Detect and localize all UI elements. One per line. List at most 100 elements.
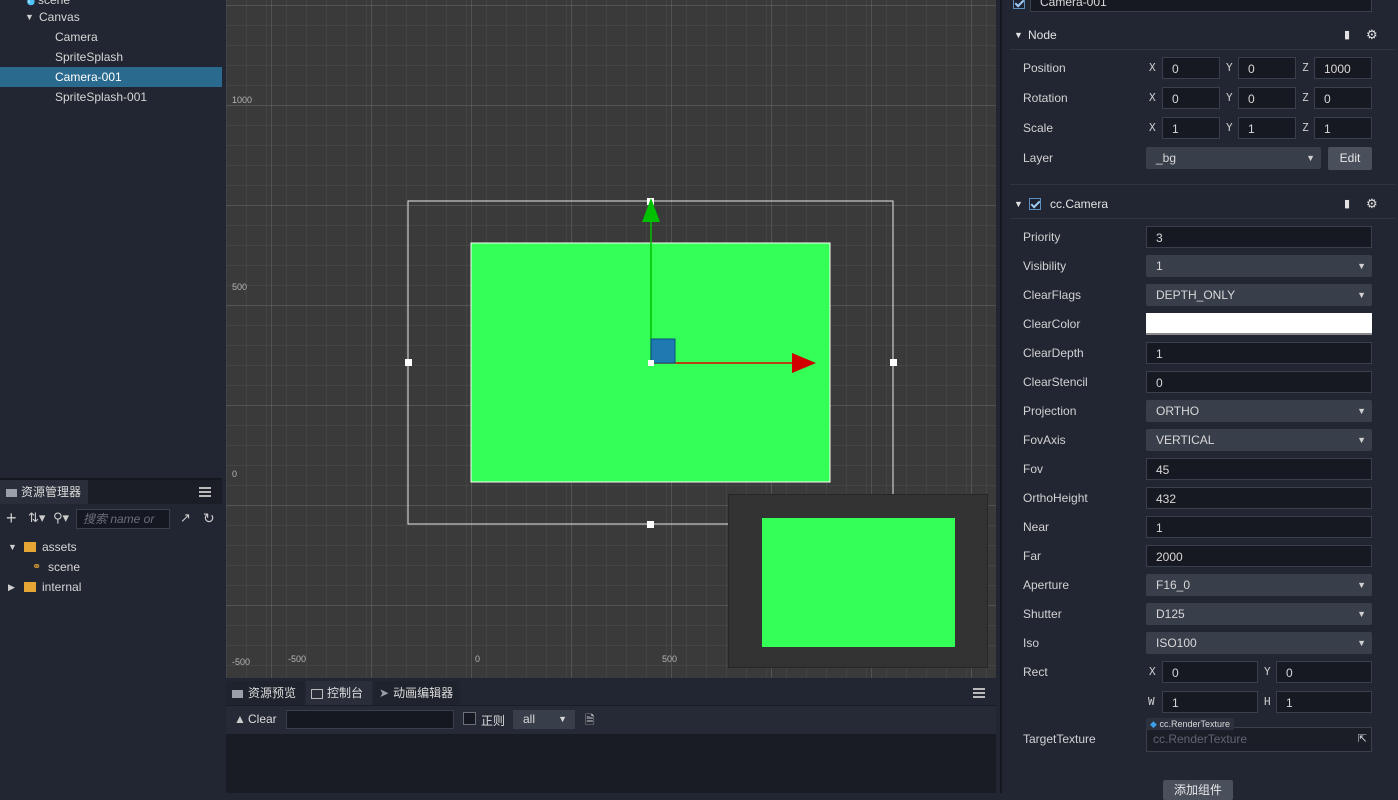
fov-axis-select[interactable]: VERTICAL ▼ [1146,429,1372,451]
far-input[interactable]: 2000 [1146,545,1372,567]
regex-checkbox[interactable] [463,712,476,725]
axis-h-label: H [1264,695,1271,708]
clear-depth-label: ClearDepth [1023,346,1084,360]
chevron-down-icon[interactable]: ▼ [1014,21,1023,49]
scale-x-input[interactable]: 1 [1162,117,1220,139]
tab-animation-editor[interactable]: ➤ 动画编辑器 [374,681,460,705]
hierarchy-item-label: Camera [55,30,98,44]
chevron-right-icon[interactable]: ▶ [8,577,15,597]
rect-h-input[interactable]: 1 [1276,691,1372,713]
position-z-input[interactable]: 1000 [1314,57,1372,79]
layer-select[interactable]: _bg ▼ [1146,147,1321,169]
node-active-checkbox[interactable] [1013,0,1025,9]
hierarchy-item-camera-001[interactable]: Camera-001 [0,67,222,87]
book-icon[interactable]: ▮ [1344,190,1350,218]
axis-z-label: Z [1302,61,1309,74]
gear-icon[interactable]: ⚙ [1366,21,1378,49]
rect-w-input[interactable]: 1 [1162,691,1258,713]
menu-icon[interactable] [199,487,211,497]
console-filter-input[interactable] [286,710,454,729]
collapse-icon[interactable]: ↗ [180,508,191,528]
scene-view[interactable]: 1000 500 0 -500 -500 0 500 [226,0,996,678]
ortho-height-input[interactable]: 432 [1146,487,1372,509]
frame-handle-left[interactable] [405,359,412,366]
chevron-down-icon[interactable]: ▼ [25,7,34,27]
tab-assets[interactable]: 资源管理器 [0,480,88,504]
priority-input[interactable]: 3 [1146,226,1372,248]
hierarchy-item-spritesplash-001[interactable]: SpriteSplash-001 [0,87,222,107]
scale-z-input[interactable]: 1 [1314,117,1372,139]
target-texture-field[interactable]: cc.RenderTexture ⇱ [1146,727,1372,752]
gizmo-origin[interactable] [648,360,654,366]
aperture-select[interactable]: F16_0 ▼ [1146,574,1372,596]
type-badge-label: cc.RenderTexture [1159,719,1230,729]
clear-color-swatch[interactable] [1146,313,1372,335]
chevron-down-icon: ▼ [1357,609,1366,619]
document-icon[interactable]: 🗎 [585,711,595,732]
rect-y-input[interactable]: 0 [1276,661,1372,683]
grid-label: 500 [662,654,678,664]
tab-console[interactable]: 控制台 [306,681,372,705]
rotation-z-input[interactable]: 0 [1314,87,1372,109]
position-x-input[interactable]: 0 [1162,57,1220,79]
camera-preview-sprite [762,518,955,647]
hierarchy-item-label: SpriteSplash-001 [55,90,148,104]
chevron-down-icon[interactable]: ▼ [1014,190,1023,218]
search-input[interactable]: 搜索 name or [76,509,170,529]
camera-preview [728,494,988,668]
hierarchy-item-label: Camera-001 [55,70,122,84]
position-y-input[interactable]: 0 [1238,57,1296,79]
node-name-input[interactable]: Camera-001 [1030,0,1372,12]
picker-icon[interactable]: ⇱ [1358,732,1367,745]
log-level-select[interactable]: all ▼ [513,710,575,729]
near-label: Near [1023,520,1050,534]
clear-flags-select[interactable]: DEPTH_ONLY ▼ [1146,284,1372,306]
iso-select[interactable]: ISO100 ▼ [1146,632,1372,654]
ortho-height-label: OrthoHeight [1023,491,1088,505]
rect-x-input[interactable]: 0 [1162,661,1258,683]
shutter-select[interactable]: D125 ▼ [1146,603,1372,625]
add-component-button[interactable]: 添加组件 [1163,780,1233,800]
node-section-header[interactable]: ▼ Node ▮ ⚙ [1010,21,1396,49]
divider [1010,218,1396,219]
gizmo-xy-plane[interactable] [650,338,676,364]
layer-edit-button[interactable]: Edit [1328,147,1372,170]
clear-button[interactable]: Clear [248,712,277,726]
visibility-select[interactable]: 1 ▼ [1146,255,1372,277]
priority-label: Priority [1023,230,1061,244]
book-icon[interactable]: ▮ [1344,21,1350,49]
rotation-y-input[interactable]: 0 [1238,87,1296,109]
regex-label: 正则 [481,714,506,728]
near-input[interactable]: 1 [1146,516,1372,538]
search-filter-icon[interactable]: ⚲▾ [53,508,69,528]
asset-item-internal[interactable]: ▶ internal [0,577,222,597]
asset-item-scene[interactable]: ⚭ scene [0,557,222,577]
hierarchy-item-camera[interactable]: Camera [0,27,222,47]
projection-select[interactable]: ORTHO ▼ [1146,400,1372,422]
clear-stencil-input[interactable]: 0 [1146,371,1372,393]
grid-label: 0 [475,654,481,664]
fov-input[interactable]: 45 [1146,458,1372,480]
tab-asset-preview[interactable]: 资源预览 [226,681,304,705]
clear-depth-input[interactable]: 1 [1146,342,1372,364]
scene-icon: ⚭ [32,561,42,573]
aperture-value: F16_0 [1156,578,1191,592]
chevron-down-icon[interactable]: ▼ [8,537,17,557]
frame-handle-bottom[interactable] [647,521,654,528]
section-title: cc.Camera [1050,197,1109,211]
rotation-x-input[interactable]: 0 [1162,87,1220,109]
plus-icon[interactable]: + [6,508,17,528]
gear-icon[interactable]: ⚙ [1366,190,1378,218]
axis-x-label: X [1149,91,1156,104]
frame-handle-right[interactable] [890,359,897,366]
refresh-icon[interactable]: ↻ [203,508,215,528]
sort-icon[interactable]: ⇅▾ [28,508,45,528]
camera-section-header[interactable]: ▼ cc.Camera ▮ ⚙ [1010,190,1396,218]
hierarchy-item-spritesplash[interactable]: SpriteSplash [0,47,222,67]
scale-y-input[interactable]: 1 [1238,117,1296,139]
tab-label: 动画编辑器 [393,686,454,700]
camera-enabled-checkbox[interactable] [1029,198,1041,210]
hierarchy-item-canvas[interactable]: ▼ Canvas [0,7,222,27]
asset-item-assets[interactable]: ▼ assets [0,537,222,557]
menu-icon[interactable] [973,688,985,698]
